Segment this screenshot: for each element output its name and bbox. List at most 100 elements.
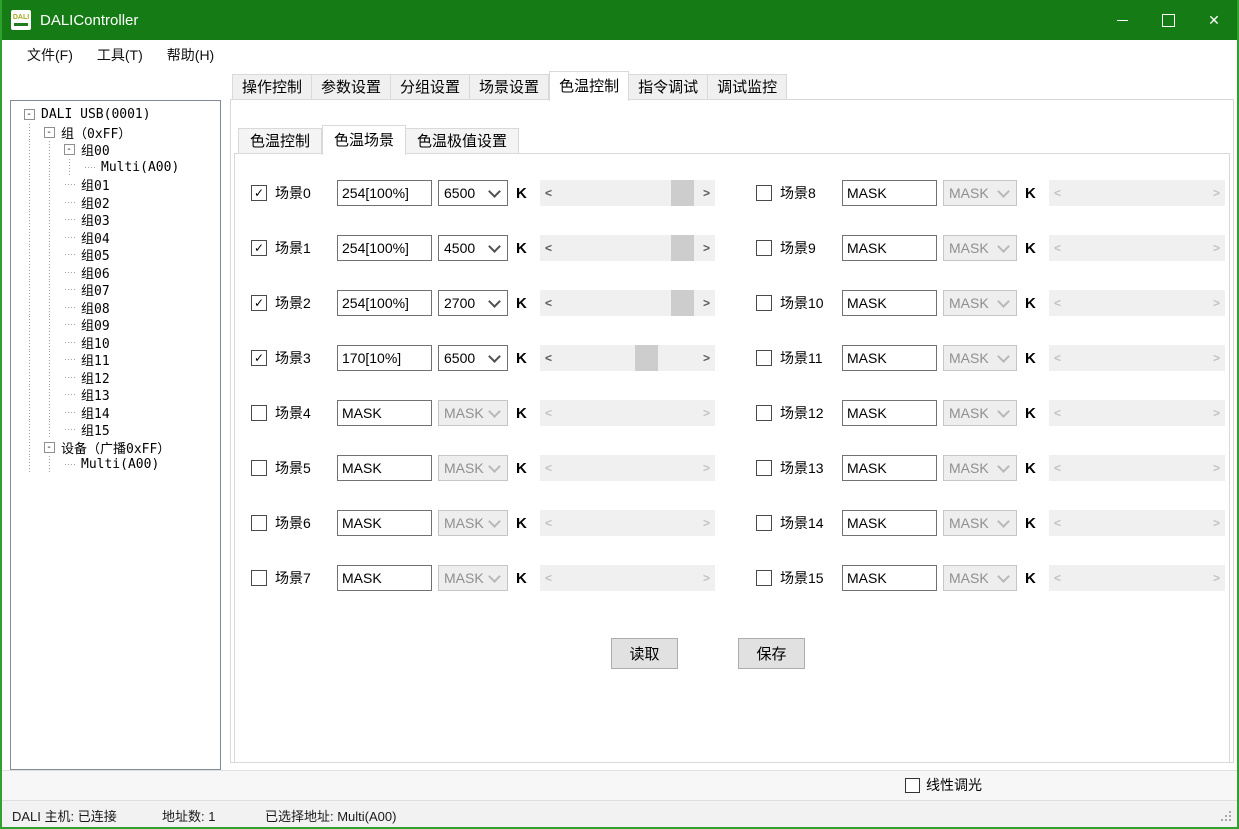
scene-cct-select[interactable]: 6500: [438, 180, 508, 206]
menu-item-2[interactable]: 帮助(H): [155, 40, 226, 69]
tree-row[interactable]: 组15: [11, 421, 220, 439]
scroll-right-arrow-icon[interactable]: >: [1208, 180, 1225, 206]
main-tab-0[interactable]: 操作控制: [232, 74, 312, 100]
scroll-right-arrow-icon[interactable]: >: [698, 345, 715, 371]
scene-cct-scrollbar[interactable]: <>: [1049, 345, 1225, 371]
scene-cct-select[interactable]: MASK: [438, 400, 508, 426]
scene-cct-select[interactable]: 6500: [438, 345, 508, 371]
maximize-button[interactable]: [1145, 0, 1191, 40]
scene-cct-scrollbar[interactable]: <>: [1049, 565, 1225, 591]
tree-row[interactable]: -DALI USB(0001): [11, 106, 220, 124]
scene-level-input[interactable]: [337, 400, 432, 426]
scene-cct-scrollbar[interactable]: <>: [540, 400, 715, 426]
scene-level-input[interactable]: [337, 235, 432, 261]
scroll-left-arrow-icon[interactable]: <: [540, 345, 557, 371]
scene-level-input[interactable]: [337, 455, 432, 481]
main-tab-2[interactable]: 分组设置: [391, 74, 470, 100]
scene-cct-select[interactable]: MASK: [943, 235, 1017, 261]
menu-item-0[interactable]: 文件(F): [15, 40, 85, 69]
scene-checkbox[interactable]: [756, 405, 772, 421]
scene-cct-scrollbar[interactable]: <>: [540, 565, 715, 591]
scene-checkbox[interactable]: [251, 515, 267, 531]
scene-checkbox[interactable]: [756, 295, 772, 311]
scroll-right-arrow-icon[interactable]: >: [1208, 510, 1225, 536]
tree-row[interactable]: 组06: [11, 264, 220, 282]
scene-cct-select[interactable]: MASK: [438, 455, 508, 481]
scene-checkbox[interactable]: [756, 515, 772, 531]
scene-cct-scrollbar[interactable]: <>: [1049, 235, 1225, 261]
resize-grip-icon[interactable]: [1229, 811, 1231, 813]
scroll-right-arrow-icon[interactable]: >: [698, 235, 715, 261]
scene-cct-select[interactable]: 4500: [438, 235, 508, 261]
scene-checkbox[interactable]: [756, 460, 772, 476]
scroll-left-arrow-icon[interactable]: <: [1049, 400, 1066, 426]
scene-cct-select[interactable]: MASK: [943, 290, 1017, 316]
read-button[interactable]: 读取: [611, 638, 678, 669]
tree-row[interactable]: 组02: [11, 194, 220, 212]
scene-cct-select[interactable]: MASK: [943, 345, 1017, 371]
main-tab-6[interactable]: 调试监控: [708, 74, 787, 100]
scroll-left-arrow-icon[interactable]: <: [1049, 455, 1066, 481]
scroll-left-arrow-icon[interactable]: <: [1049, 565, 1066, 591]
scene-cct-scrollbar[interactable]: <>: [540, 180, 715, 206]
scroll-right-arrow-icon[interactable]: >: [698, 400, 715, 426]
tree-row[interactable]: 组08: [11, 299, 220, 317]
scene-checkbox[interactable]: [251, 460, 267, 476]
scene-cct-select[interactable]: MASK: [943, 400, 1017, 426]
tree-row[interactable]: Multi(A00): [11, 456, 220, 474]
scene-checkbox[interactable]: [756, 240, 772, 256]
scene-level-input[interactable]: [842, 510, 937, 536]
scene-cct-scrollbar[interactable]: <>: [540, 510, 715, 536]
tree-row[interactable]: 组14: [11, 404, 220, 422]
sub-tab-2[interactable]: 色温极值设置: [406, 128, 519, 154]
tree-expander[interactable]: -: [39, 439, 59, 457]
scroll-left-arrow-icon[interactable]: <: [540, 235, 557, 261]
scroll-left-arrow-icon[interactable]: <: [1049, 510, 1066, 536]
scroll-right-arrow-icon[interactable]: >: [1208, 345, 1225, 371]
tree-row[interactable]: 组10: [11, 334, 220, 352]
scene-cct-select[interactable]: MASK: [943, 565, 1017, 591]
scroll-left-arrow-icon[interactable]: <: [540, 565, 557, 591]
scene-cct-select[interactable]: MASK: [943, 510, 1017, 536]
scene-cct-scrollbar[interactable]: <>: [540, 235, 715, 261]
scroll-right-arrow-icon[interactable]: >: [698, 510, 715, 536]
main-tab-4[interactable]: 色温控制: [549, 71, 629, 101]
scene-level-input[interactable]: [337, 290, 432, 316]
scene-checkbox[interactable]: ✓: [251, 240, 267, 256]
tree-row[interactable]: 组13: [11, 386, 220, 404]
scene-cct-select[interactable]: 2700: [438, 290, 508, 316]
scene-cct-select[interactable]: MASK: [943, 455, 1017, 481]
scene-checkbox[interactable]: ✓: [251, 350, 267, 366]
scroll-right-arrow-icon[interactable]: >: [698, 565, 715, 591]
tree-row[interactable]: 组12: [11, 369, 220, 387]
main-tab-3[interactable]: 场景设置: [470, 74, 549, 100]
scene-level-input[interactable]: [842, 180, 937, 206]
tree-expander[interactable]: -: [59, 141, 79, 159]
scene-checkbox[interactable]: [756, 185, 772, 201]
close-button[interactable]: ✕: [1191, 0, 1237, 40]
scene-checkbox[interactable]: [251, 405, 267, 421]
scene-level-input[interactable]: [842, 565, 937, 591]
scene-checkbox[interactable]: ✓: [251, 295, 267, 311]
scene-level-input[interactable]: [842, 455, 937, 481]
scroll-left-arrow-icon[interactable]: <: [1049, 290, 1066, 316]
tree-expander[interactable]: -: [39, 124, 59, 142]
scene-level-input[interactable]: [337, 345, 432, 371]
minimize-button[interactable]: [1099, 0, 1145, 40]
tree-row[interactable]: -设备（广播0xFF）: [11, 439, 220, 457]
scene-cct-scrollbar[interactable]: <>: [1049, 400, 1225, 426]
scene-checkbox[interactable]: ✓: [251, 185, 267, 201]
scene-cct-select[interactable]: MASK: [438, 510, 508, 536]
scene-checkbox[interactable]: [251, 570, 267, 586]
scroll-right-arrow-icon[interactable]: >: [1208, 455, 1225, 481]
tree-row[interactable]: 组04: [11, 229, 220, 247]
tree-row[interactable]: -组00: [11, 141, 220, 159]
save-button[interactable]: 保存: [738, 638, 805, 669]
scene-level-input[interactable]: [842, 290, 937, 316]
scroll-left-arrow-icon[interactable]: <: [540, 455, 557, 481]
sub-tab-0[interactable]: 色温控制: [238, 128, 322, 154]
scene-checkbox[interactable]: [756, 350, 772, 366]
tree-row[interactable]: 组07: [11, 281, 220, 299]
tree-row[interactable]: 组03: [11, 211, 220, 229]
tree-row[interactable]: 组09: [11, 316, 220, 334]
